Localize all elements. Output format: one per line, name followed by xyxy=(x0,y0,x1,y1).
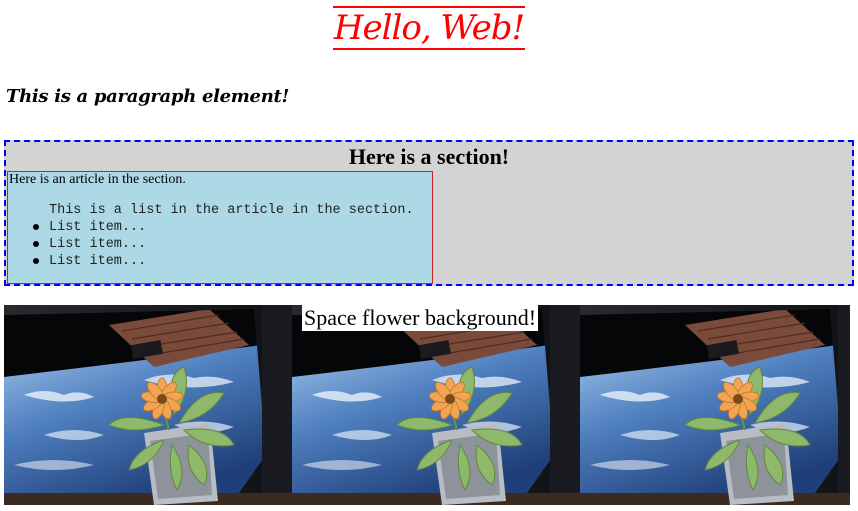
list-item-label: List item... xyxy=(49,254,147,269)
list-item-label: List item... xyxy=(49,220,147,235)
space-flower-image xyxy=(292,305,580,505)
section-box: Here is a section! Here is an article in… xyxy=(4,140,854,286)
paragraph: This is a paragraph element! xyxy=(6,86,290,107)
section-title: Here is a section! xyxy=(348,144,510,169)
heading-text: Hello, Web! xyxy=(332,6,525,50)
bullet-icon xyxy=(33,241,39,247)
bullet-icon xyxy=(33,224,39,230)
list-item-label: List item... xyxy=(49,237,147,252)
article-text: Here is an article in the section. xyxy=(9,172,186,187)
space-flower-image xyxy=(4,305,292,505)
page-heading: Hello, Web! xyxy=(0,6,858,50)
list-caption: This is a list in the article in the sec… xyxy=(49,203,414,218)
list-item: List item... xyxy=(8,219,146,236)
bullet-list: List item... List item... List item... xyxy=(8,219,146,270)
list-item: List item... xyxy=(8,236,146,253)
article-box: Here is an article in the section. This … xyxy=(7,171,433,284)
list-item: List item... xyxy=(8,253,146,270)
background-caption: Space flower background! xyxy=(302,305,539,331)
space-flower-image xyxy=(580,305,850,505)
bullet-icon xyxy=(33,258,39,264)
space-flower-background: Space flower background! xyxy=(4,305,850,505)
